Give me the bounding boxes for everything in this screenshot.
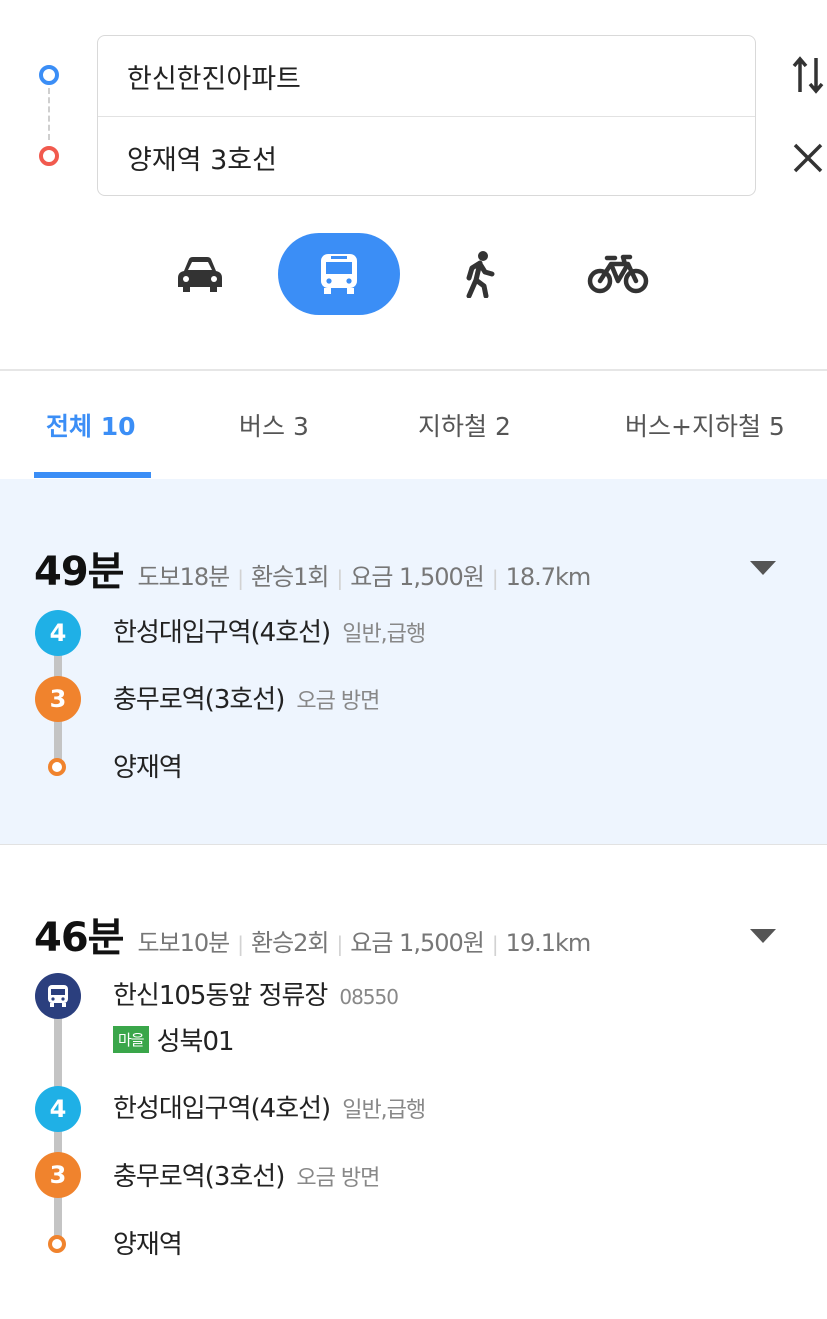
bus-icon [48, 985, 68, 1007]
route-step: 한성대입구역(4호선) 일반,급행 [113, 1088, 426, 1125]
destination-marker-icon [39, 146, 59, 166]
expand-chevron-down-icon[interactable] [750, 929, 776, 943]
expand-chevron-down-icon[interactable] [750, 561, 776, 575]
bus-badge [35, 973, 81, 1019]
route-step: 양재역 [113, 747, 183, 784]
route-summary: 46분 도보10분 | 환승2회 | 요금 1,500원 | 19.1km [34, 905, 592, 963]
transfer-count: 환승2회 [251, 929, 330, 957]
route-connector-line [48, 88, 50, 140]
route-summary: 49분 도보18분 | 환승1회 | 요금 1,500원 | 18.7km [34, 539, 592, 597]
station-name: 한성대입구역(4호선) [113, 618, 331, 648]
bicycle-icon [587, 254, 649, 294]
fare: 요금 1,500원 [350, 563, 485, 591]
destination-dot-icon [48, 758, 66, 776]
close-icon[interactable] [788, 138, 827, 178]
service-type: 일반,급행 [342, 1098, 426, 1123]
tab-bus-subway[interactable]: 버스+지하철 5 [625, 407, 785, 443]
tab-bus[interactable]: 버스 3 [239, 407, 309, 443]
direction: 오금 방면 [296, 1166, 380, 1191]
station-name: 한성대입구역(4호선) [113, 1094, 331, 1124]
subway-line-4-badge: 4 [35, 610, 81, 656]
station-name: 양재역 [113, 753, 183, 783]
route-step: 한신105동앞 정류장 08550 [113, 975, 399, 1012]
route-filter-tabs: 전체 10 버스 3 지하철 2 버스+지하철 5 [0, 371, 827, 480]
active-tab-indicator [34, 472, 151, 478]
destination-dot-icon [48, 1235, 66, 1253]
walk-time: 도보18분 [137, 563, 230, 591]
walk-icon [466, 251, 495, 298]
bus-stop-id: 08550 [339, 985, 399, 1009]
bus-icon [321, 254, 357, 294]
subway-line-3-badge: 3 [35, 1152, 81, 1198]
station-name: 양재역 [113, 1230, 183, 1260]
bus-stop-name: 한신105동앞 정류장 [113, 981, 328, 1011]
route-card[interactable]: 46분 도보10분 | 환승2회 | 요금 1,500원 | 19.1km 한신105… [0, 845, 827, 1319]
origin-input[interactable]: 한신한진아파트 [98, 36, 755, 117]
origin-marker-icon [39, 65, 59, 85]
route-duration: 46분 [34, 915, 124, 961]
tab-subway[interactable]: 지하철 2 [418, 407, 511, 443]
transport-mode-selector [0, 233, 827, 315]
distance: 19.1km [505, 929, 592, 957]
distance: 18.7km [505, 563, 592, 591]
station-name: 충무로역(3호선) [113, 1162, 285, 1192]
route-duration: 49분 [34, 549, 124, 595]
route-step: 충무로역(3호선) 오금 방면 [113, 679, 380, 716]
route-step: 양재역 [113, 1224, 183, 1261]
search-input-box: 한신한진아파트 양재역 3호선 [97, 35, 756, 196]
direction: 오금 방면 [296, 689, 380, 714]
fare: 요금 1,500원 [350, 929, 485, 957]
subway-line-3-badge: 3 [35, 676, 81, 722]
mode-walk-button[interactable] [455, 233, 505, 315]
walk-time: 도보10분 [137, 929, 230, 957]
mode-transit-button[interactable] [278, 233, 400, 315]
mode-car-button[interactable] [170, 233, 230, 315]
bus-line: 마을 성북01 [113, 1021, 235, 1058]
destination-input[interactable]: 양재역 3호선 [98, 117, 755, 197]
bus-number: 성북01 [156, 1027, 235, 1057]
station-name: 충무로역(3호선) [113, 685, 285, 715]
transfer-count: 환승1회 [251, 563, 330, 591]
tab-all[interactable]: 전체 10 [46, 407, 136, 443]
mode-bike-button[interactable] [585, 233, 651, 315]
route-step: 충무로역(3호선) 오금 방면 [113, 1156, 380, 1193]
village-bus-tag: 마을 [113, 1026, 149, 1053]
service-type: 일반,급행 [342, 622, 426, 647]
route-search-panel: 한신한진아파트 양재역 3호선 [0, 0, 827, 210]
swap-vertical-icon[interactable] [788, 55, 827, 95]
route-step: 한성대입구역(4호선) 일반,급행 [113, 612, 426, 649]
subway-line-4-badge: 4 [35, 1086, 81, 1132]
car-icon [178, 257, 222, 292]
route-card[interactable]: 49분 도보18분 | 환승1회 | 요금 1,500원 | 18.7km 4 한성대… [0, 479, 827, 845]
